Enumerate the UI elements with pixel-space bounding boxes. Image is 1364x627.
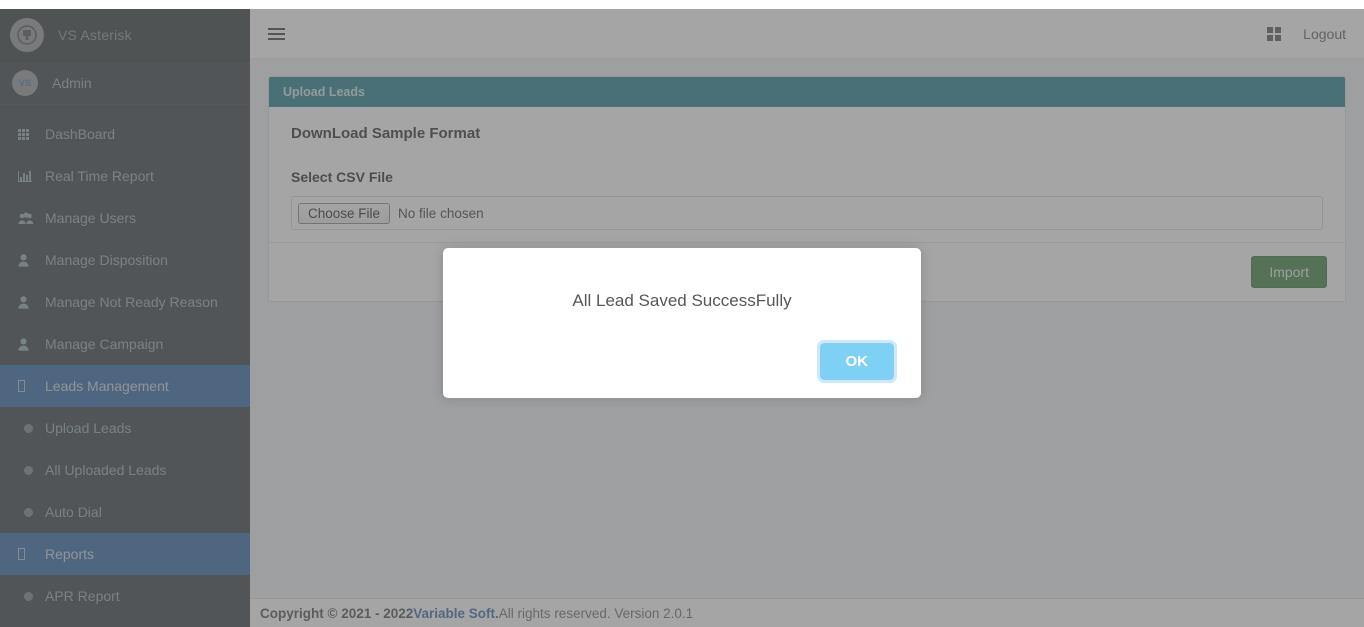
modal-ok-button[interactable]: OK	[816, 340, 897, 383]
modal-message: All Lead Saved SuccessFully	[572, 291, 792, 310]
browser-top-strip	[0, 0, 1364, 9]
modal-actions: OK	[443, 340, 921, 398]
application-window: VS Asterisk VS Admin DashBoard Real Time…	[0, 0, 1364, 627]
success-modal: All Lead Saved SuccessFully OK	[443, 248, 921, 398]
